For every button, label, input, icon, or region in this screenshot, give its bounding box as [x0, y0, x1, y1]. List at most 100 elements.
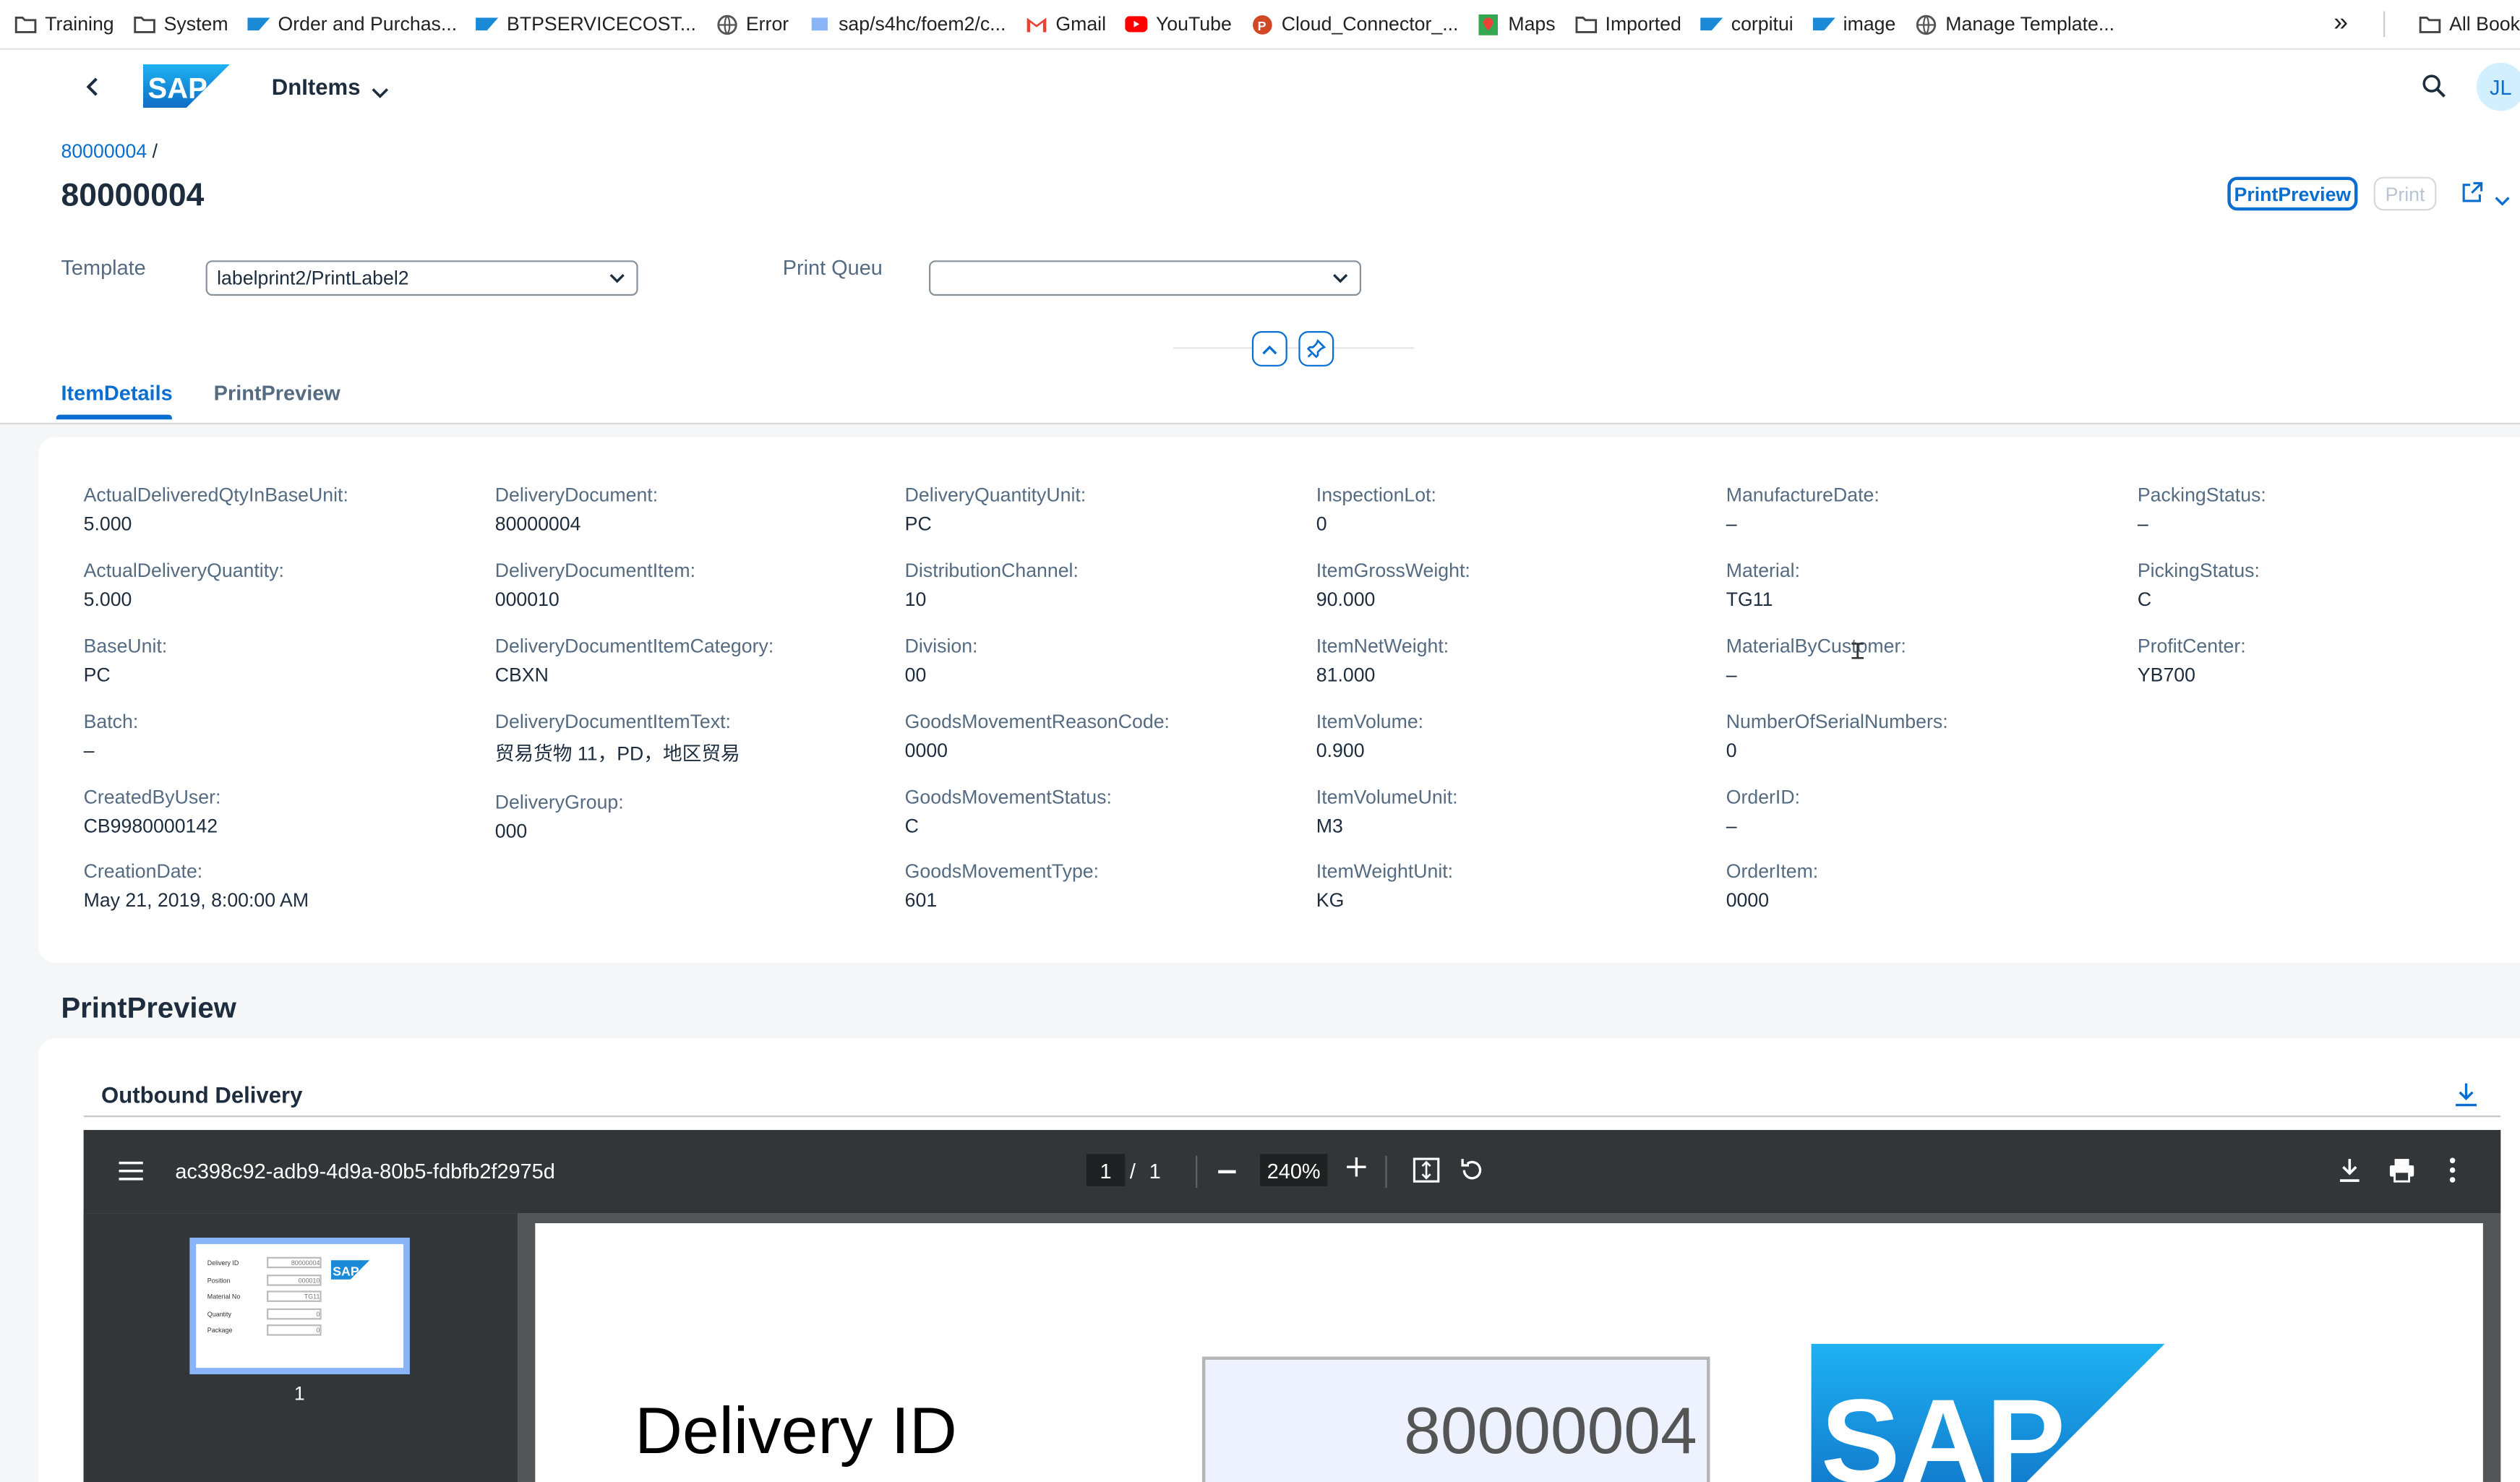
pdf-toolbar: ac398c92-adb9-4d9a-80b5-fdbfb2f2975d 1 /… — [83, 1130, 2501, 1214]
sap-icon — [476, 13, 499, 35]
avatar[interactable]: JL — [2476, 62, 2520, 111]
fit-page-icon[interactable] — [1413, 1157, 1440, 1188]
page-number-input[interactable]: 1 — [1086, 1154, 1126, 1186]
gmail-icon — [1025, 13, 1047, 35]
field-label: PickingStatus: — [2137, 559, 2260, 582]
field-label: MaterialByCustomer: — [1726, 635, 1906, 658]
folder-icon — [133, 13, 155, 35]
bookmark-item[interactable]: Error — [716, 13, 789, 35]
more-bookmarks-icon[interactable]: » — [2333, 9, 2348, 38]
more-options-icon[interactable] — [2449, 1157, 2456, 1188]
bookmark-item[interactable]: BTPSERVICECOST... — [476, 13, 696, 35]
print-queue-label: Print Queu — [782, 255, 883, 280]
rotate-icon[interactable] — [1460, 1157, 1486, 1188]
field-value: – — [2137, 513, 2148, 536]
collapse-divider — [1173, 347, 1415, 349]
pdf-page: Delivery ID 80000004 SAP — [535, 1223, 2483, 1482]
all-bookmarks-label: All Book — [2449, 12, 2520, 35]
powerpoint-icon: P — [1251, 13, 1273, 35]
detail-field: ProfitCenter: YB700 — [2138, 633, 2246, 688]
field-value: 0000 — [1726, 888, 1770, 912]
share-menu-chevron-icon[interactable] — [2494, 187, 2510, 215]
field-value: KG — [1316, 888, 1345, 912]
bookmark-item[interactable]: Training — [14, 13, 114, 35]
print-preview-button[interactable]: PrintPreview — [2227, 176, 2358, 211]
field-value: May 21, 2019, 8:00:00 AM — [83, 888, 309, 912]
pin-header-button[interactable] — [1298, 331, 1334, 367]
bookmark-item[interactable]: P Cloud_Connector_... — [1251, 13, 1458, 35]
divider — [1385, 1155, 1387, 1188]
delivery-id-box: 80000004 — [1201, 1356, 1710, 1482]
print-queue-select[interactable] — [929, 260, 1362, 296]
print-button[interactable]: Print — [2373, 176, 2437, 211]
globe-icon — [1915, 13, 1937, 35]
page-separator: / — [1129, 1159, 1136, 1183]
field-value: YB700 — [2137, 664, 2195, 687]
detail-field: Division: 00 — [905, 633, 978, 688]
bookmark-list: Training System Order and Purchas... BTPSER… — [0, 13, 2120, 35]
bookmark-item[interactable]: Imported — [1574, 13, 1681, 35]
zoom-input[interactable]: 240% — [1259, 1154, 1328, 1186]
bookmark-label: Gmail — [1055, 12, 1107, 35]
bookmarks-bar: Training System Order and Purchas... BTPSER… — [0, 0, 2520, 50]
chevron-up-icon — [1262, 344, 1277, 354]
detail-field: OrderID: – — [1726, 784, 1800, 839]
bookmark-item[interactable]: YouTube — [1125, 13, 1232, 35]
all-bookmarks[interactable]: All Book — [2419, 13, 2520, 35]
field-value: 5.000 — [83, 588, 132, 611]
zoom-in-icon[interactable] — [1347, 1157, 1366, 1181]
detail-field: DeliveryDocumentItemText: 贸易货物 11，PD，地区贸易 — [495, 709, 740, 767]
collapse-header-button[interactable] — [1251, 331, 1287, 367]
bookmark-item[interactable]: Order and Purchas... — [247, 13, 457, 35]
field-value: 90.000 — [1316, 588, 1376, 611]
bookmark-item[interactable]: corpitui — [1700, 13, 1793, 35]
thumbnail-label: Material No — [207, 1292, 241, 1301]
app-title[interactable]: DnItems — [272, 74, 361, 100]
breadcrumb: 80000004 / — [61, 140, 158, 162]
sap-logo[interactable]: SAP — [142, 64, 230, 108]
pdf-download-icon[interactable] — [2339, 1157, 2361, 1188]
share-icon[interactable] — [2461, 181, 2483, 212]
back-icon[interactable] — [84, 75, 103, 106]
print-icon[interactable] — [2388, 1157, 2416, 1188]
bookmark-item[interactable]: image — [1812, 13, 1895, 35]
bookmark-item[interactable]: Manage Template... — [1915, 13, 2114, 35]
breadcrumb-link[interactable]: 80000004 — [61, 140, 147, 162]
menu-icon[interactable] — [119, 1160, 143, 1186]
bookmark-label: Imported — [1605, 12, 1681, 35]
thumbnail-value: 80000004 — [267, 1256, 322, 1269]
thumbnail-page: Delivery ID 80000004 Position 000010 Materia… — [196, 1243, 404, 1369]
field-value: 000010 — [494, 588, 560, 611]
folder-icon — [1574, 13, 1597, 35]
download-icon[interactable] — [2454, 1081, 2478, 1115]
zoom-out-icon[interactable] — [1218, 1170, 1236, 1173]
bookmark-item[interactable]: System — [133, 13, 228, 35]
bookmark-label: sap/s4hc/foem2/c... — [839, 12, 1006, 35]
field-value: 000 — [494, 819, 528, 843]
field-value: – — [1726, 664, 1737, 687]
detail-field: ActualDeliveryQuantity: 5.000 — [84, 558, 284, 613]
field-label: GoodsMovementType: — [904, 860, 1100, 883]
sap-icon — [247, 13, 270, 35]
thumbnail-value: TG11 — [267, 1290, 322, 1302]
page-thumbnail[interactable]: Delivery ID 80000004 Position 000010 Materia… — [189, 1238, 410, 1375]
detail-field: ManufactureDate: – — [1726, 482, 1880, 537]
field-label: Division: — [904, 635, 978, 658]
field-value: 81.000 — [1316, 664, 1376, 687]
bookmark-item[interactable]: Gmail — [1025, 13, 1106, 35]
panel-divider — [83, 1115, 2501, 1118]
search-icon[interactable] — [2422, 74, 2446, 106]
field-value: PC — [904, 513, 932, 536]
tab-printpreview[interactable]: PrintPreview — [214, 381, 340, 405]
template-select[interactable]: labelprint2/PrintLabel2 — [205, 260, 638, 296]
chevron-down-icon[interactable] — [372, 79, 389, 108]
object-header: 80000004 / 80000004 PrintPreview Print T… — [0, 127, 2520, 424]
bookmark-item[interactable]: sap/s4hc/foem2/c... — [808, 13, 1006, 35]
tab-itemdetails[interactable]: ItemDetails — [61, 381, 172, 405]
field-label: ItemNetWeight: — [1316, 635, 1449, 658]
field-label: NumberOfSerialNumbers: — [1726, 710, 1948, 733]
field-value: C — [904, 815, 919, 838]
bookmark-item[interactable]: Maps — [1478, 13, 1556, 35]
pdf-file-name: ac398c92-adb9-4d9a-80b5-fdbfb2f2975d — [175, 1159, 555, 1183]
detail-field: ItemWeightUnit: KG — [1316, 858, 1453, 913]
